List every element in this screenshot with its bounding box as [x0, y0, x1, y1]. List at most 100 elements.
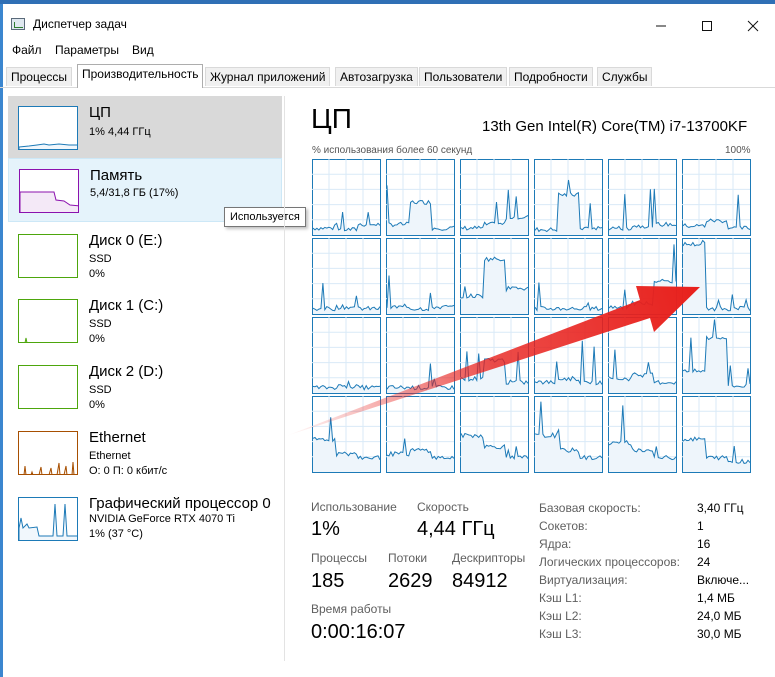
disk1-mini-chart	[24, 337, 28, 342]
logical-processor-graph	[682, 396, 751, 473]
graph-max-label: 100%	[725, 145, 751, 156]
logical-processor-graphs	[312, 159, 751, 473]
resource-value: 5,4/31,8 ГБ (17%)	[90, 187, 179, 199]
resource-value: О: 0 П: 0 кбит/с	[89, 465, 168, 477]
resource-title: Ethernet	[89, 429, 146, 446]
usage-value: 1%	[311, 518, 340, 540]
close-button[interactable]	[730, 14, 775, 38]
info-label: Ядра:	[539, 537, 572, 551]
logical-processor-graph	[460, 238, 529, 315]
logical-processor-graph	[534, 317, 603, 394]
memory-mini-chart	[20, 191, 78, 212]
resource-disk-2[interactable]: Диск 2 (D:) SSD 0%	[8, 355, 282, 419]
resource-title: ЦП	[89, 104, 111, 121]
resource-list: ЦП 1% 4,44 ГГц Память 5,4/31,8 ГБ (17%) …	[8, 96, 282, 656]
info-label: Логических процессоров:	[539, 555, 680, 569]
cpu-mini-chart	[19, 143, 77, 149]
ethernet-mini-chart	[23, 461, 75, 474]
disk2-thumbnail-graph	[18, 365, 78, 409]
info-value: 1,4 МБ	[697, 591, 735, 605]
logical-processor-graph	[534, 159, 603, 236]
info-label: Кэш L3:	[539, 627, 582, 641]
maximize-button[interactable]	[684, 14, 730, 38]
speed-label: Скорость	[417, 500, 469, 514]
tab-details[interactable]: Подробности	[509, 67, 593, 86]
logical-processor-graph	[460, 396, 529, 473]
resource-title: Диск 1 (C:)	[89, 297, 164, 314]
uptime-value: 0:00:16:07	[311, 621, 406, 643]
desktop-top-edge	[0, 0, 775, 4]
resource-disk-0[interactable]: Диск 0 (E:) SSD 0%	[8, 224, 282, 288]
handles-value: 84912	[452, 570, 508, 592]
logical-processor-graph	[386, 396, 455, 473]
tab-users[interactable]: Пользователи	[419, 67, 508, 86]
menu-options[interactable]: Параметры	[55, 43, 119, 57]
info-value: 30,0 МБ	[697, 627, 742, 641]
menu-file[interactable]: Файл	[12, 43, 42, 57]
tab-app-history[interactable]: Журнал приложений	[205, 67, 331, 86]
handles-label: Дескрипторы	[452, 551, 526, 565]
menu-bar: Файл Параметры Вид	[0, 40, 775, 60]
resource-gpu-0[interactable]: Графический процессор 0 NVIDIA GeForce R…	[8, 487, 282, 551]
processes-value: 185	[311, 570, 345, 592]
resource-title: Графический процессор 0	[89, 495, 271, 512]
task-manager-app-icon	[11, 18, 25, 30]
resource-value: 1% 4,44 ГГц	[89, 126, 151, 138]
resource-cpu[interactable]: ЦП 1% 4,44 ГГц	[8, 96, 282, 160]
tooltip: Используется	[224, 207, 306, 227]
tab-services[interactable]: Службы	[597, 67, 653, 86]
tab-processes[interactable]: Процессы	[6, 67, 73, 86]
resource-title: Память	[90, 167, 143, 184]
logical-processor-graph	[386, 159, 455, 236]
resource-type: SSD	[89, 384, 112, 396]
logical-processor-graph	[608, 238, 677, 315]
minimize-button[interactable]	[638, 14, 684, 38]
tab-startup[interactable]: Автозагрузка	[335, 67, 418, 86]
gpu-mini-chart	[19, 503, 77, 540]
uptime-label: Время работы	[311, 602, 392, 616]
resource-ethernet[interactable]: Ethernet Ethernet О: 0 П: 0 кбит/с	[8, 421, 282, 485]
logical-processor-graph	[460, 159, 529, 236]
logical-processor-graph	[608, 159, 677, 236]
info-label: Кэш L2:	[539, 609, 582, 623]
resource-value: 1% (37 °C)	[89, 528, 143, 540]
ethernet-thumbnail-graph	[18, 431, 78, 475]
info-label: Кэш L1:	[539, 591, 582, 605]
window-title: Диспетчер задач	[33, 17, 127, 31]
info-value: Включе...	[697, 573, 750, 587]
pane-divider[interactable]	[284, 96, 285, 661]
maximize-icon	[702, 21, 712, 31]
logical-processor-graph	[312, 396, 381, 473]
logical-processor-graph	[682, 317, 751, 394]
disk0-thumbnail-graph	[18, 234, 78, 278]
usage-label: Использование	[311, 500, 397, 514]
minimize-icon	[656, 25, 666, 27]
tab-performance[interactable]: Производительность	[77, 64, 204, 88]
logical-processor-graph	[534, 238, 603, 315]
resource-disk-1[interactable]: Диск 1 (C:) SSD 0%	[8, 289, 282, 353]
desktop-edge	[0, 0, 3, 677]
resource-title: Диск 2 (D:)	[89, 363, 164, 380]
memory-thumbnail-graph	[19, 169, 79, 213]
threads-value: 2629	[388, 570, 433, 592]
info-label: Виртуализация:	[539, 573, 628, 587]
resource-type: SSD	[89, 318, 112, 330]
menu-view[interactable]: Вид	[132, 43, 154, 57]
logical-processor-graph	[386, 317, 455, 394]
cpu-model-name: 13th Gen Intel(R) Core(TM) i7-13700KF	[482, 118, 748, 135]
logical-processor-graph	[608, 317, 677, 394]
detail-title: ЦП	[311, 103, 352, 134]
info-value: 3,40 ГГц	[697, 501, 744, 515]
info-value: 16	[697, 537, 711, 551]
title-bar: Диспетчер задач	[0, 0, 775, 38]
resource-type: Ethernet	[89, 450, 131, 462]
logical-processor-graph	[460, 317, 529, 394]
logical-processor-graph	[386, 238, 455, 315]
logical-processor-graph	[608, 396, 677, 473]
tab-strip: Процессы Производительность Журнал прило…	[0, 64, 775, 88]
cpu-thumbnail-graph	[18, 106, 78, 150]
resource-value: 0%	[89, 399, 105, 411]
gpu-thumbnail-graph	[18, 497, 78, 541]
close-icon	[747, 20, 759, 32]
info-label: Сокетов:	[539, 519, 588, 533]
